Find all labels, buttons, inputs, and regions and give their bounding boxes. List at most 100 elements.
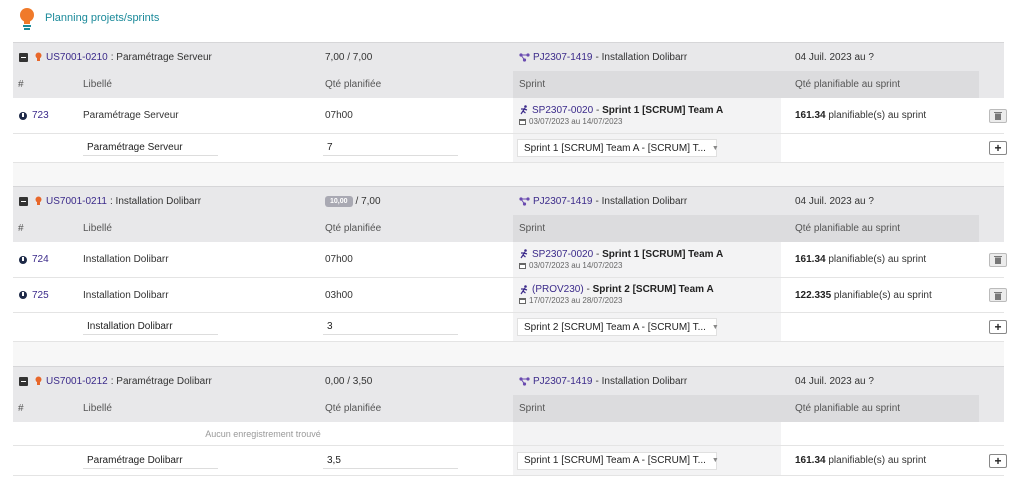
label-input[interactable]: Installation Dolibarr xyxy=(83,319,218,335)
user-story-link[interactable]: US7001-0210 xyxy=(46,52,108,63)
project-title: - Installation Dolibarr xyxy=(595,51,688,63)
lightbulb-icon xyxy=(35,196,42,205)
delete-button[interactable] xyxy=(989,288,1007,302)
task-label: Installation Dolibarr xyxy=(83,289,169,301)
add-form-row: Installation Dolibarr 3 Sprint 2 [SCRUM]… xyxy=(13,313,1007,342)
plan-value: 161.34 xyxy=(795,455,826,466)
sprint-link[interactable]: SP2307-0020 xyxy=(532,105,593,116)
plus-icon: + xyxy=(994,141,1002,155)
qty-input[interactable]: 3 xyxy=(323,319,458,335)
calendar-icon xyxy=(519,298,526,304)
group-header-row: US7001-0210 : Paramétrage Serveur 7,00 /… xyxy=(13,42,1004,71)
sprint-runner-icon xyxy=(520,284,528,294)
add-form-row: Paramétrage Serveur 7 Sprint 1 [SCRUM] T… xyxy=(13,134,1007,163)
label-input[interactable]: Paramétrage Serveur xyxy=(83,140,218,156)
qty-input[interactable]: 7 xyxy=(323,140,458,156)
page-title: Planning projets/sprints xyxy=(45,12,160,24)
user-story-link[interactable]: US7001-0211 xyxy=(46,196,107,207)
project-title: - Installation Dolibarr xyxy=(595,375,688,387)
sprint-link[interactable]: SP2307-0020 xyxy=(532,249,593,260)
plan-suffix: planifiable(s) au sprint xyxy=(825,110,927,121)
plan-suffix: planifiable(s) au sprint xyxy=(825,455,927,466)
column-qty: Qté planifiée xyxy=(325,403,382,414)
calendar-icon xyxy=(519,118,526,125)
add-button[interactable]: + xyxy=(989,141,1007,155)
qty-input[interactable]: 3,5 xyxy=(323,452,458,469)
plan-value: 161.34 xyxy=(795,110,826,121)
user-story-link[interactable]: US7001-0212 xyxy=(46,376,108,387)
sprint-runner-icon xyxy=(520,105,528,115)
sprint-dates: 17/07/2023 au 28/07/2023 xyxy=(529,296,623,305)
section-spacer xyxy=(13,163,1004,186)
sprint-name: Sprint 1 [SCRUM] Team A xyxy=(602,104,724,116)
delete-button[interactable] xyxy=(989,252,1007,267)
sprint-dates: 03/07/2023 au 14/07/2023 xyxy=(529,116,623,126)
project-link[interactable]: PJ2307-1419 xyxy=(533,376,593,387)
sprint-separator: - xyxy=(583,284,593,295)
column-num: # xyxy=(18,223,24,234)
qty-overflow-badge: 10,00 xyxy=(325,195,353,207)
lightbulb-icon xyxy=(35,52,42,61)
table-row: 725 Installation Dolibarr 03h00 (PROV230… xyxy=(13,278,1007,313)
sprint-select[interactable]: Sprint 1 [SCRUM] Team A - [SCRUM] T... ▼ xyxy=(517,139,719,157)
group-title: : Paramétrage Serveur xyxy=(110,51,212,63)
section-spacer xyxy=(13,342,1004,366)
plus-icon: + xyxy=(994,453,1002,468)
task-id-link[interactable]: 724 xyxy=(32,254,49,265)
add-button[interactable]: + xyxy=(989,453,1007,468)
column-sprint: Sprint xyxy=(519,79,546,90)
collapse-icon[interactable] xyxy=(19,52,28,62)
group-date: 04 Juil. 2023 au ? xyxy=(795,51,874,63)
add-form-row: Paramétrage Dolibarr 3,5 Sprint 1 [SCRUM… xyxy=(13,446,1007,476)
plan-value: 161.34 xyxy=(795,254,826,265)
group-header-row: US7001-0211 : Installation Dolibarr 10,0… xyxy=(13,186,1004,215)
column-qty-sprint: Qté planifiable au sprint xyxy=(795,79,901,90)
project-title: - Installation Dolibarr xyxy=(595,195,688,207)
add-button[interactable]: + xyxy=(989,320,1007,334)
project-icon xyxy=(519,196,530,206)
sprint-select-value: Sprint 1 [SCRUM] Team A - [SCRUM] T... xyxy=(524,142,706,154)
plus-icon: + xyxy=(994,320,1002,334)
task-qty: 07h00 xyxy=(325,254,353,265)
plan-suffix: planifiable(s) au sprint xyxy=(831,289,932,301)
project-link[interactable]: PJ2307-1419 xyxy=(533,52,593,63)
sprint-name: Sprint 1 [SCRUM] Team A xyxy=(602,248,724,260)
sprint-select-value: Sprint 1 [SCRUM] Team A - [SCRUM] T... xyxy=(524,455,706,466)
sprint-name: Sprint 2 [SCRUM] Team A xyxy=(592,284,714,295)
collapse-icon[interactable] xyxy=(19,376,28,386)
project-icon xyxy=(519,376,530,386)
column-label: Libellé xyxy=(83,223,112,234)
empty-row: Aucun enregistrement trouvé xyxy=(13,422,1004,446)
trash-icon xyxy=(994,291,1002,300)
column-sprint: Sprint xyxy=(519,403,546,414)
task-id-link[interactable]: 723 xyxy=(32,110,49,121)
label-input[interactable]: Paramétrage Dolibarr xyxy=(83,452,218,469)
delete-button[interactable] xyxy=(989,108,1007,123)
column-num: # xyxy=(18,403,24,414)
sprint-select[interactable]: Sprint 2 [SCRUM] Team A - [SCRUM] T... ▼ xyxy=(517,318,719,336)
task-qty: 03h00 xyxy=(325,289,353,301)
chevron-down-icon: ▼ xyxy=(711,144,719,152)
sprint-separator: - xyxy=(593,104,603,116)
task-status-icon xyxy=(19,291,27,299)
project-link[interactable]: PJ2307-1419 xyxy=(533,196,593,207)
task-id-link[interactable]: 725 xyxy=(32,290,49,301)
trash-icon xyxy=(994,256,1002,264)
sprint-select[interactable]: Sprint 1 [SCRUM] Team A - [SCRUM] T... ▼ xyxy=(517,451,719,470)
task-status-icon xyxy=(19,111,27,120)
group-qty: 0,00 / 3,50 xyxy=(325,375,373,387)
chevron-down-icon: ▼ xyxy=(711,457,719,464)
project-icon xyxy=(519,52,530,62)
collapse-icon[interactable] xyxy=(19,196,28,206)
trash-icon xyxy=(994,112,1002,120)
calendar-icon xyxy=(519,262,526,269)
table-header-row: # Libellé Qté planifiée Sprint Qté plani… xyxy=(13,215,1004,242)
column-label: Libellé xyxy=(83,79,112,90)
sprint-link[interactable]: (PROV230) xyxy=(532,284,584,295)
column-sprint: Sprint xyxy=(519,223,546,234)
column-num: # xyxy=(18,79,24,90)
table-header-row: # Libellé Qté planifiée Sprint Qté plani… xyxy=(13,395,1004,422)
sprint-runner-icon xyxy=(520,249,528,259)
group-qty: 7,00 / 7,00 xyxy=(325,51,373,63)
column-qty: Qté planifiée xyxy=(325,79,382,90)
